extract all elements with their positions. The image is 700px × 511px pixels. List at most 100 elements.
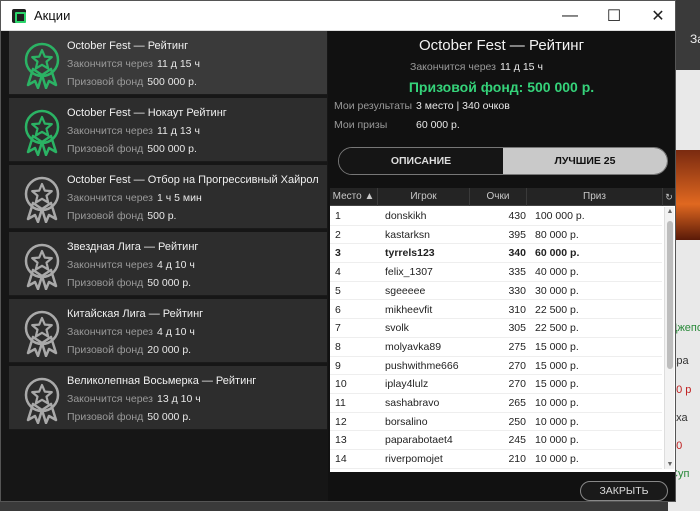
cell-place: 11 [335,397,346,409]
cell-place: 10 [335,378,347,391]
maximize-button[interactable]: ☐ [591,1,637,31]
promotion-ends: Закончится через 13 д 10 ч [67,393,201,405]
star-ribbon-badge-icon [17,374,67,425]
cell-place: 14 [335,453,347,466]
promotion-prize-label: Призовой фонд [67,76,144,88]
scrollbar-thumb[interactable] [667,221,673,369]
promotion-detail: October Fest — Рейтинг Закончится через 1… [328,31,675,501]
column-header-player[interactable]: Игрок [378,188,470,206]
scroll-down-arrow-icon[interactable]: ▼ [666,461,674,468]
column-header-place[interactable]: Место ▲ [330,188,378,206]
promotions-list: October Fest — Рейтинг Закончится через 11… [1,31,328,501]
promotion-prize: Призовой фонд 20 000 р. [67,344,191,356]
column-header-prize[interactable]: Приз [527,188,663,206]
promotion-item[interactable]: Звездная Лига — Рейтинг Закончится через 4… [9,232,327,296]
promotion-item[interactable]: October Fest — Отбор на Прогрессивный Ха… [9,165,327,229]
table-row[interactable]: 6 mikheevfit 310 22 500 р. [330,301,662,320]
minimize-button[interactable]: — [547,1,593,31]
cell-player: paparabotaet4 [385,434,453,447]
tab-description[interactable]: ОПИСАНИЕ [339,148,503,174]
promotion-prize-value: 500 000 р. [147,143,197,155]
table-row[interactable]: 5 sgeeeee 330 30 000 р. [330,282,662,301]
promotion-ends-value: 1 ч 5 мин [156,192,202,204]
promotion-ends-label: Закончится через [67,259,153,271]
promotion-prize: Призовой фонд 500 000 р. [67,143,197,155]
cell-points: 210 [508,453,526,466]
cell-place: 6 [335,303,341,316]
promotion-item[interactable]: October Fest — Нокаут Рейтинг Закончится … [9,98,327,162]
promotion-ends-value: 13 д 10 ч [156,393,201,405]
cell-prize: 40 000 р. [535,266,579,279]
promotion-prize-value: 50 000 р. [147,411,192,423]
table-row[interactable]: 2 kastarksn 395 80 000 р. [330,226,662,245]
promotion-title: October Fest — Отбор на Прогрессивный Ха… [67,174,319,186]
table-row[interactable]: 12 borsalino 250 10 000 р. [330,413,662,432]
cell-place: 3 [335,247,341,260]
promotion-prize: Призовой фонд 50 000 р. [67,277,191,289]
cell-prize: 22 500 р. [535,303,579,316]
tab-top-25[interactable]: ЛУЧШИЕ 25 [503,148,667,174]
app-logo-icon [12,8,26,23]
title-bar: Акции — ☐ ✕ [1,1,675,31]
promotion-ends-value: 4 д 10 ч [156,259,195,271]
cell-place: 2 [335,228,341,241]
promotion-ends: Закончится через 1 ч 5 мин [67,192,202,204]
promotion-prize: Призовой фонд 50 000 р. [67,411,191,423]
cell-player: tyrrels123 [385,247,435,260]
leaderboard-table: Место ▲ Игрок Очки Приз ↻ 1 donskikh 430 10… [330,188,675,472]
promotion-item[interactable]: Китайская Лига — Рейтинг Закончится через… [9,299,327,363]
window-title: Акции [34,8,71,23]
column-header-points[interactable]: Очки [470,188,527,206]
table-header: Место ▲ Игрок Очки Приз ↻ [330,188,675,206]
promotion-ends: Закончится через 11 д 13 ч [67,125,200,137]
promotion-title: Великолепная Восьмерка — Рейтинг [67,375,257,387]
promotion-prize-label: Призовой фонд [67,277,144,289]
table-row[interactable]: 11 sashabravo 265 10 000 р. [330,394,662,413]
promotion-item[interactable]: October Fest — Рейтинг Закончится через 11… [9,31,327,95]
close-button[interactable]: ЗАКРЫТЬ [580,481,668,501]
detail-ends: Закончится через 11 д 15 ч [410,61,543,73]
cell-place: 1 [335,210,341,222]
table-row[interactable]: 14 riverpomojet 210 10 000 р. [330,450,662,469]
promotion-title: October Fest — Нокаут Рейтинг [67,107,227,119]
cell-points: 340 [508,247,526,260]
star-ribbon-badge-icon [17,240,67,291]
promotion-ends: Закончится через 11 д 15 ч [67,58,200,70]
table-row[interactable]: 7 svolk 305 22 500 р. [330,319,662,338]
cell-player: iplay4lulz [385,378,429,391]
promotions-window: Акции — ☐ ✕ October Fest — Рейтинг Законч… [0,0,676,502]
cell-place: 13 [335,434,347,447]
close-window-button[interactable]: ✕ [635,1,681,31]
cell-prize: 22 500 р. [535,322,579,335]
table-row[interactable]: 9 pushwithme666 270 15 000 р. [330,357,662,376]
promotion-prize: Призовой фонд 500 р. [67,210,176,222]
promotion-prize-value: 500 000 р. [147,76,197,88]
promotion-item[interactable]: Великолепная Восьмерка — Рейтинг Закончит… [9,366,327,430]
cell-place: 5 [335,284,341,297]
table-row[interactable]: 13 paparabotaet4 245 10 000 р. [330,431,662,451]
background-tab-label: Закр [690,32,700,46]
promotion-title: Китайская Лига — Рейтинг [67,308,204,320]
cell-prize: 30 000 р. [535,284,579,297]
cell-player: svolk [385,322,409,335]
cell-points: 330 [508,284,526,297]
refresh-icon[interactable]: ↻ [663,188,675,206]
my-results-row: Мои результаты 3 место | 340 очков [334,100,510,112]
promotion-prize-value: 20 000 р. [147,344,192,356]
detail-prize-fund: Призовой фонд: 500 000 р. [408,79,595,95]
cell-player: borsalino [385,415,428,428]
cell-prize: 15 000 р. [535,378,579,391]
table-row[interactable]: 10 iplay4lulz 270 15 000 р. [330,375,662,394]
table-scrollbar[interactable]: ▲ ▼ [664,207,674,469]
scroll-up-arrow-icon[interactable]: ▲ [666,208,674,215]
star-ribbon-badge-icon [17,106,67,157]
promotion-ends-value: 11 д 15 ч [156,58,200,70]
table-row[interactable]: 3 tyrrels123 340 60 000 р. [330,244,662,264]
cell-points: 250 [508,415,526,428]
table-row[interactable]: 4 felix_1307 335 40 000 р. [330,263,662,282]
table-row[interactable]: 8 molyavka89 275 15 000 р. [330,338,662,357]
table-row[interactable]: 1 donskikh 430 100 000 р. [330,207,662,226]
cell-place: 12 [335,415,347,428]
cell-points: 335 [508,266,526,279]
promotion-ends-label: Закончится через [67,58,153,70]
